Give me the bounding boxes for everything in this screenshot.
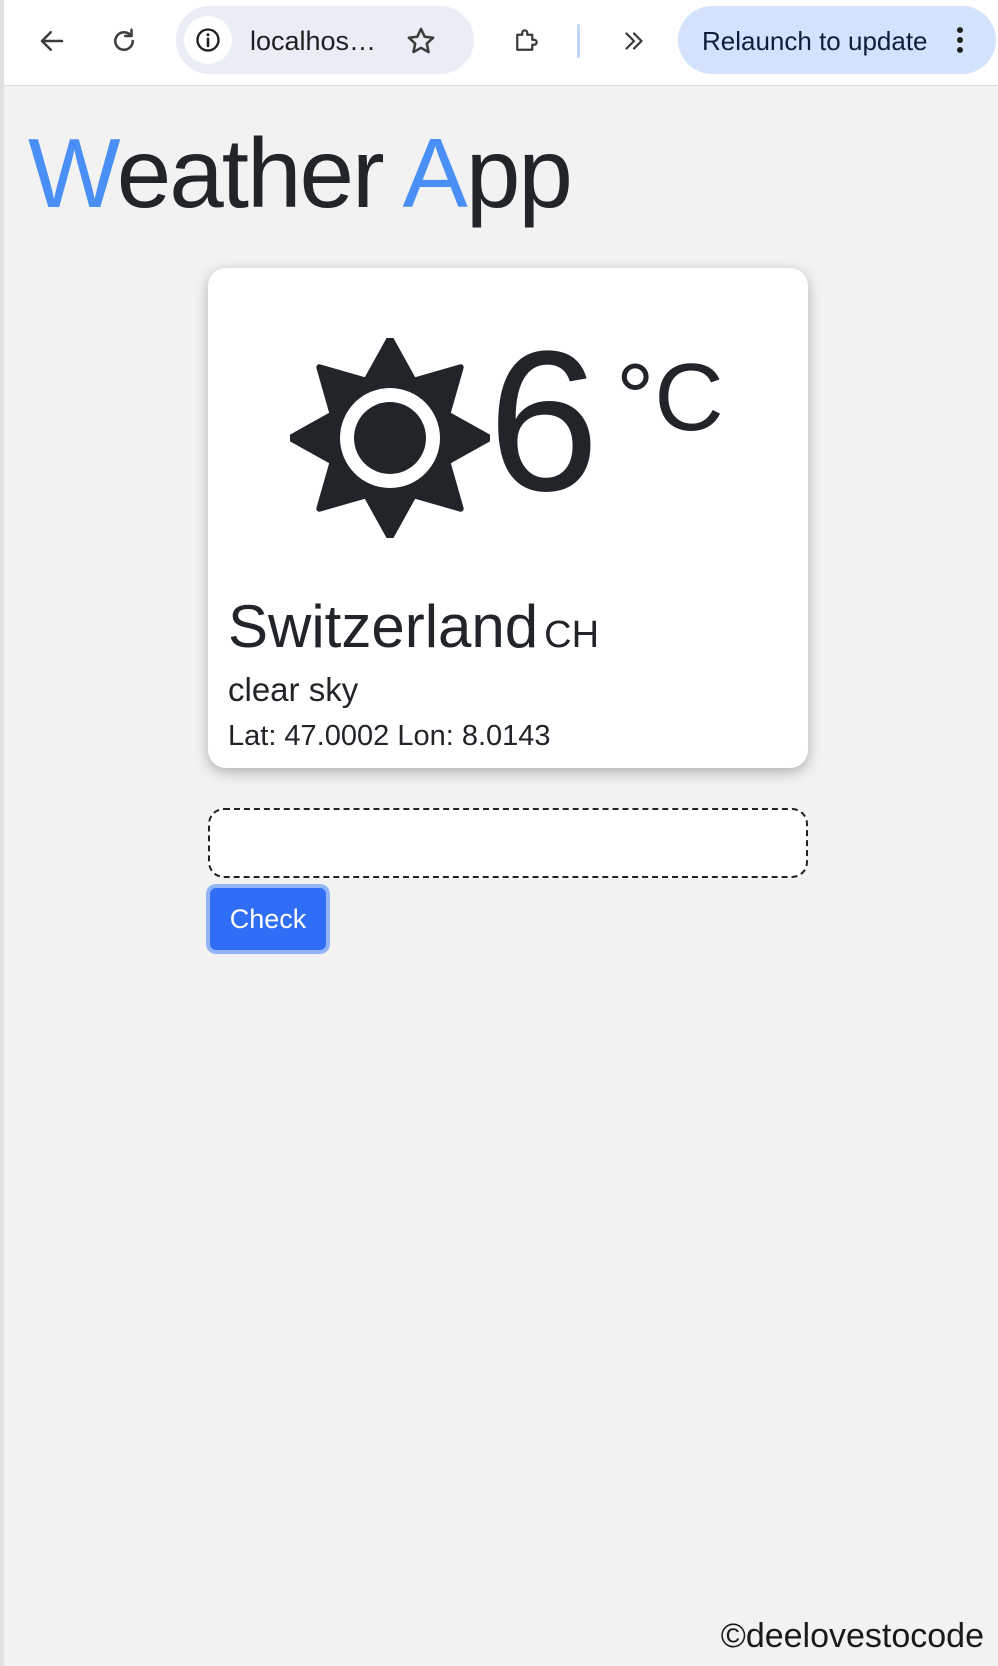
extensions-icon [516, 29, 538, 51]
site-info-button[interactable] [184, 16, 232, 64]
title-accent-letter: W [28, 118, 119, 228]
sun-icon [290, 338, 490, 538]
relaunch-label: Relaunch to update [702, 26, 928, 56]
relaunch-to-update-button[interactable]: Relaunch to update [678, 6, 996, 74]
browser-toolbar: localhos… Relaunch to update [4, 0, 998, 86]
weather-description: clear sky [228, 671, 359, 708]
info-icon [196, 28, 220, 52]
star-icon[interactable] [404, 24, 438, 58]
footer-credit: ©deelovestocode [720, 1617, 984, 1655]
title-text: pp [465, 118, 573, 228]
url-text[interactable]: localhos… [250, 26, 376, 56]
back-arrow-icon [40, 31, 64, 51]
country-label: Switzerland [228, 593, 539, 660]
country-name: Switzerland CH [228, 594, 599, 668]
coordinates: Lat: 47.0002 Lon: 8.0143 [228, 720, 551, 752]
more-toolbar-items-button[interactable] [610, 17, 658, 65]
extensions-button[interactable] [502, 17, 550, 65]
app-title: Weather App [28, 118, 573, 228]
temperature-unit: °C [616, 344, 724, 451]
back-button[interactable] [28, 17, 76, 65]
chevron-double-right-icon [625, 32, 643, 50]
temperature-value: 6 [488, 310, 599, 533]
reload-button[interactable] [100, 17, 148, 65]
country-code: CH [544, 614, 600, 656]
weather-card: 6 °C Switzerland CH clear sky Lat: 47.000… [208, 268, 808, 768]
title-accent-letter: A [402, 118, 467, 228]
kebab-menu-icon[interactable] [940, 20, 980, 60]
toolbar-divider [577, 24, 580, 58]
city-search-input[interactable] [208, 808, 808, 878]
browser-window: localhos… Relaunch to update Weather App… [0, 0, 998, 1666]
address-bar[interactable]: localhos… [176, 6, 474, 74]
reload-icon [114, 28, 134, 51]
check-button[interactable]: Check [206, 884, 330, 954]
title-text: eather [116, 118, 403, 228]
